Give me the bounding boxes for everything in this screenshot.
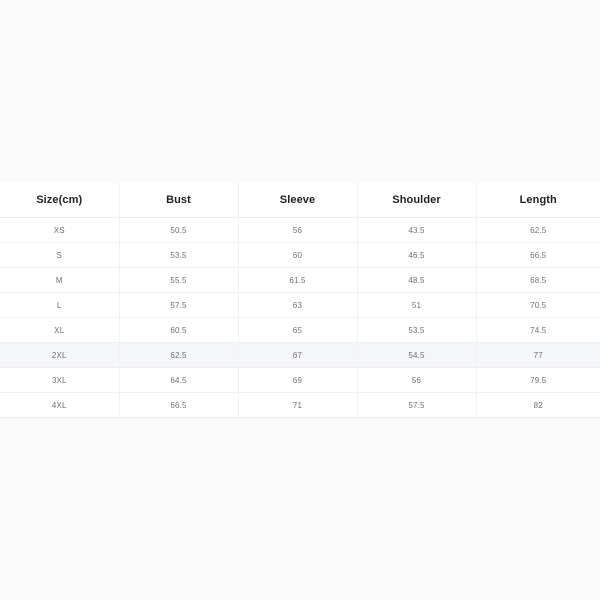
table-row: 4XL 66.5 71 57.5 82 (0, 392, 600, 418)
cell-sleeve: 67 (238, 342, 358, 368)
table-row: 3XL 64.5 69 56 79.5 (0, 367, 600, 393)
table-header-row: Size(cm) Bust Sleeve Shoulder Length (0, 183, 600, 218)
size-chart-container: Size(cm) Bust Sleeve Shoulder Length XS … (0, 183, 600, 418)
cell-shoulder: 54.5 (357, 342, 477, 368)
cell-size: XL (0, 317, 120, 343)
cell-sleeve: 71 (238, 392, 358, 418)
table-row-highlighted: 2XL 62.5 67 54.5 77 (0, 342, 600, 368)
column-header-shoulder: Shoulder (357, 183, 477, 218)
cell-size: 2XL (0, 342, 120, 368)
cell-size: 3XL (0, 367, 120, 393)
cell-length: 77 (476, 342, 600, 368)
table-row: XL 60.5 65 53.5 74.5 (0, 317, 600, 343)
cell-sleeve: 63 (238, 292, 358, 318)
size-chart-table: Size(cm) Bust Sleeve Shoulder Length XS … (0, 183, 600, 418)
cell-bust: 66.5 (119, 392, 239, 418)
cell-sleeve: 61.5 (238, 267, 358, 293)
cell-length: 68.5 (476, 267, 600, 293)
cell-shoulder: 57.5 (357, 392, 477, 418)
cell-sleeve: 56 (238, 217, 358, 243)
cell-shoulder: 51 (357, 292, 477, 318)
cell-bust: 57.5 (119, 292, 239, 318)
column-header-sleeve: Sleeve (238, 183, 358, 218)
cell-sleeve: 60 (238, 242, 358, 268)
cell-size: M (0, 267, 120, 293)
cell-bust: 64.5 (119, 367, 239, 393)
cell-shoulder: 43.5 (357, 217, 477, 243)
cell-shoulder: 46.5 (357, 242, 477, 268)
cell-size: S (0, 242, 120, 268)
cell-length: 70.5 (476, 292, 600, 318)
table-row: XS 50.5 56 43.5 62.5 (0, 217, 600, 243)
cell-size: L (0, 292, 120, 318)
cell-length: 62.5 (476, 217, 600, 243)
cell-bust: 60.5 (119, 317, 239, 343)
cell-bust: 53.5 (119, 242, 239, 268)
cell-shoulder: 48.5 (357, 267, 477, 293)
table-row: S 53.5 60 46.5 66.5 (0, 242, 600, 268)
column-header-size: Size(cm) (0, 183, 120, 218)
cell-bust: 50.5 (119, 217, 239, 243)
cell-length: 74.5 (476, 317, 600, 343)
cell-sleeve: 65 (238, 317, 358, 343)
cell-size: XS (0, 217, 120, 243)
cell-sleeve: 69 (238, 367, 358, 393)
cell-size: 4XL (0, 392, 120, 418)
cell-shoulder: 53.5 (357, 317, 477, 343)
table-row: L 57.5 63 51 70.5 (0, 292, 600, 318)
column-header-bust: Bust (119, 183, 239, 218)
cell-length: 82 (476, 392, 600, 418)
table-body: XS 50.5 56 43.5 62.5 S 53.5 60 46.5 66.5… (0, 217, 600, 418)
cell-length: 66.5 (476, 242, 600, 268)
cell-bust: 62.5 (119, 342, 239, 368)
table-header: Size(cm) Bust Sleeve Shoulder Length (0, 183, 600, 218)
cell-shoulder: 56 (357, 367, 477, 393)
table-row: M 55.5 61.5 48.5 68.5 (0, 267, 600, 293)
column-header-length: Length (476, 183, 600, 218)
cell-length: 79.5 (476, 367, 600, 393)
cell-bust: 55.5 (119, 267, 239, 293)
